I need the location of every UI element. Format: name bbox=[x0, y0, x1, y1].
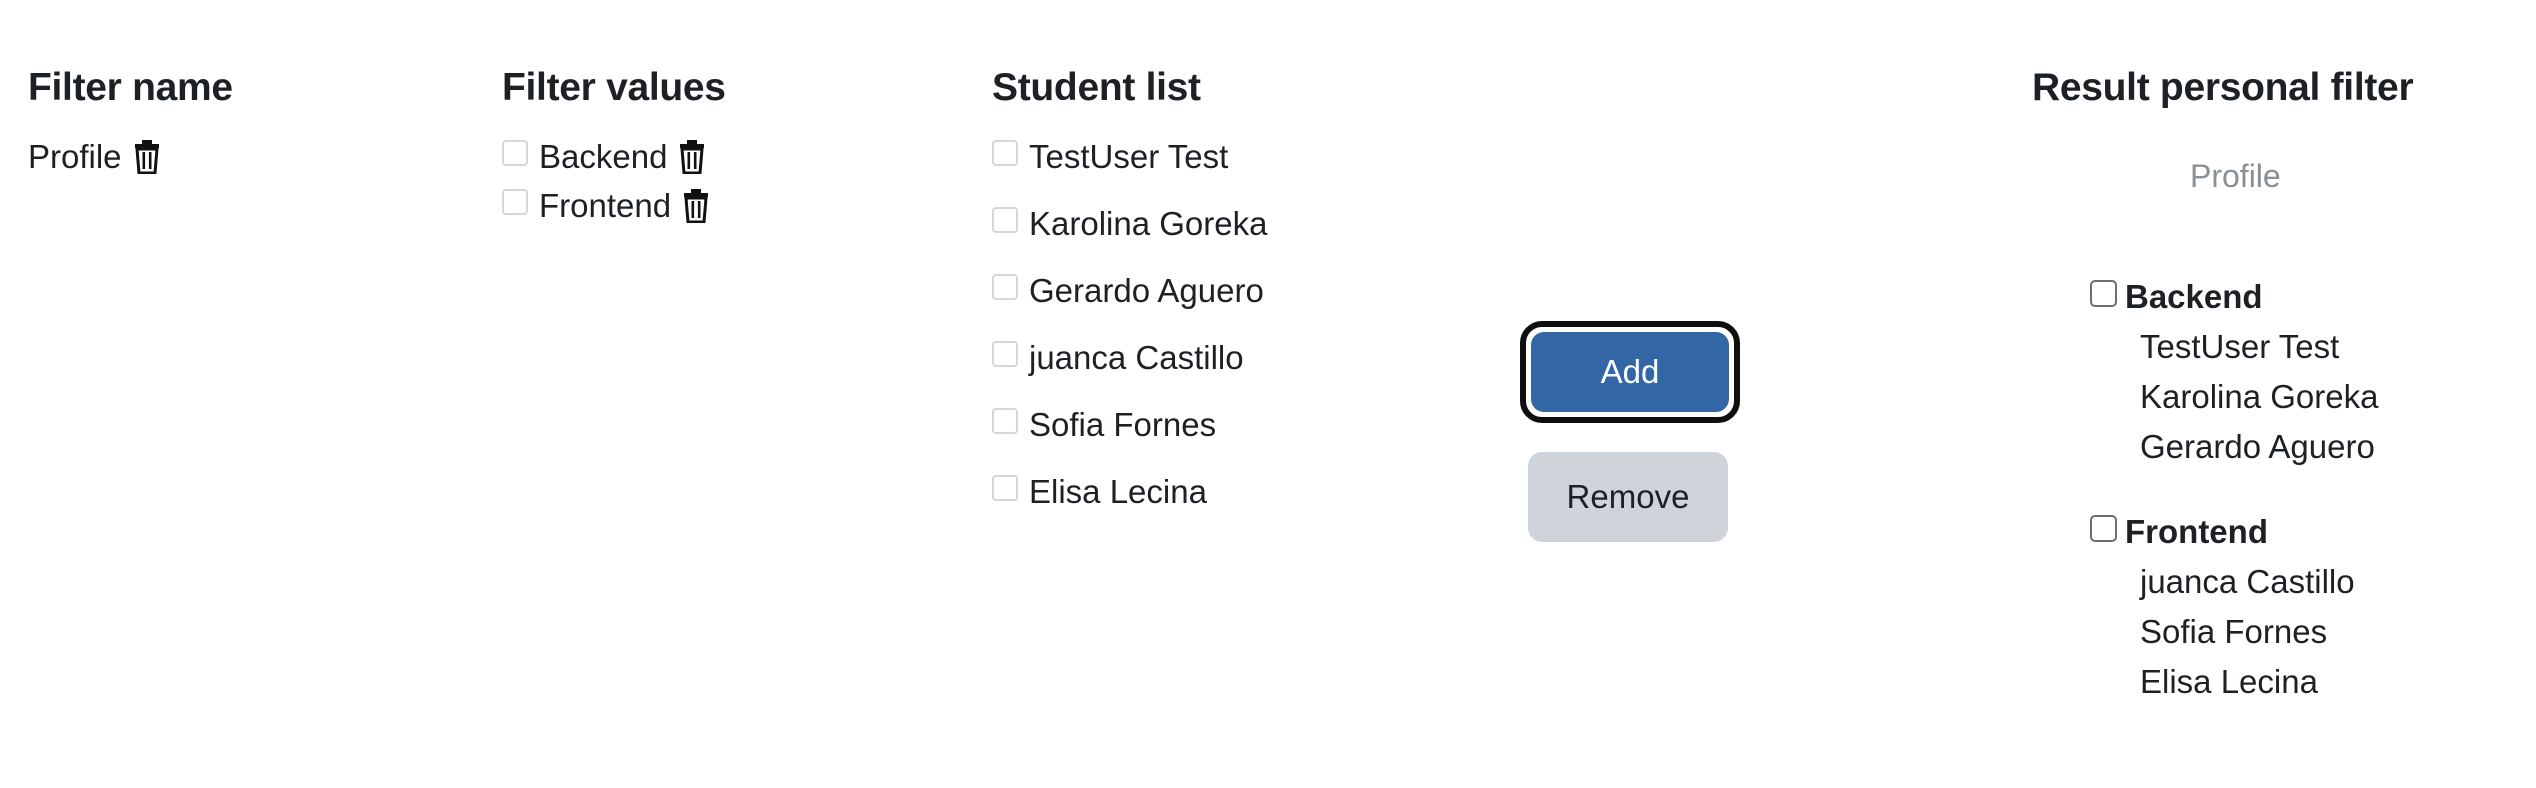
filter-value-label[interactable]: Frontend bbox=[539, 184, 671, 228]
filter-value-label[interactable]: Backend bbox=[539, 135, 667, 179]
student-list-heading: Student list bbox=[992, 66, 1201, 109]
student-checkbox[interactable] bbox=[992, 274, 1018, 300]
result-member: Sofia Fornes bbox=[2140, 613, 2328, 650]
filter-value-item: Frontend bbox=[502, 184, 709, 228]
student-list-item: Elisa Lecina bbox=[992, 470, 1207, 514]
student-list-item: Karolina Goreka bbox=[992, 202, 1267, 246]
result-personal-filter-heading: Result personal filter bbox=[2032, 66, 2414, 109]
student-checkbox[interactable] bbox=[992, 475, 1018, 501]
student-checkbox[interactable] bbox=[992, 140, 1018, 166]
result-member: Karolina Goreka bbox=[2140, 378, 2379, 415]
filter-name-heading: Filter name bbox=[28, 66, 233, 109]
result-member: TestUser Test bbox=[2140, 328, 2340, 365]
student-name[interactable]: Sofia Fornes bbox=[1029, 403, 1216, 447]
filter-name-item: Profile bbox=[28, 135, 160, 179]
result-group-name: Frontend bbox=[2125, 513, 2268, 550]
student-list-item: TestUser Test bbox=[992, 135, 1228, 179]
result-group-checkbox[interactable] bbox=[2090, 514, 2117, 542]
student-list-item: juanca Castillo bbox=[992, 336, 1244, 380]
filter-value-item: Backend bbox=[502, 135, 705, 179]
filter-name-label[interactable]: Profile bbox=[28, 135, 122, 179]
result-group-frontend: Frontend bbox=[2090, 510, 2268, 554]
result-group-name: Backend bbox=[2125, 278, 2263, 315]
student-name[interactable]: Elisa Lecina bbox=[1029, 470, 1207, 514]
student-list-item: Sofia Fornes bbox=[992, 403, 1216, 447]
add-button-label[interactable]: Add bbox=[1531, 332, 1729, 412]
student-name[interactable]: Gerardo Aguero bbox=[1029, 269, 1264, 313]
trash-icon[interactable] bbox=[679, 140, 705, 174]
result-group-backend: Backend bbox=[2090, 275, 2263, 319]
student-checkbox[interactable] bbox=[992, 408, 1018, 434]
remove-button[interactable]: Remove bbox=[1528, 452, 1728, 542]
result-member: Elisa Lecina bbox=[2140, 663, 2318, 700]
student-name[interactable]: Karolina Goreka bbox=[1029, 202, 1267, 246]
filter-values-heading: Filter values bbox=[502, 66, 726, 109]
result-member: juanca Castillo bbox=[2140, 563, 2355, 600]
result-profile-label: Profile bbox=[2190, 158, 2281, 194]
result-group-checkbox[interactable] bbox=[2090, 279, 2117, 307]
student-list-item: Gerardo Aguero bbox=[992, 269, 1264, 313]
add-button[interactable]: Add bbox=[1520, 321, 1740, 423]
result-member: Gerardo Aguero bbox=[2140, 428, 2375, 465]
student-checkbox[interactable] bbox=[992, 207, 1018, 233]
filter-value-checkbox[interactable] bbox=[502, 140, 528, 166]
student-name[interactable]: TestUser Test bbox=[1029, 135, 1228, 179]
student-name[interactable]: juanca Castillo bbox=[1029, 336, 1244, 380]
filter-value-checkbox[interactable] bbox=[502, 189, 528, 215]
student-checkbox[interactable] bbox=[992, 341, 1018, 367]
trash-icon[interactable] bbox=[134, 140, 160, 174]
trash-icon[interactable] bbox=[683, 189, 709, 223]
